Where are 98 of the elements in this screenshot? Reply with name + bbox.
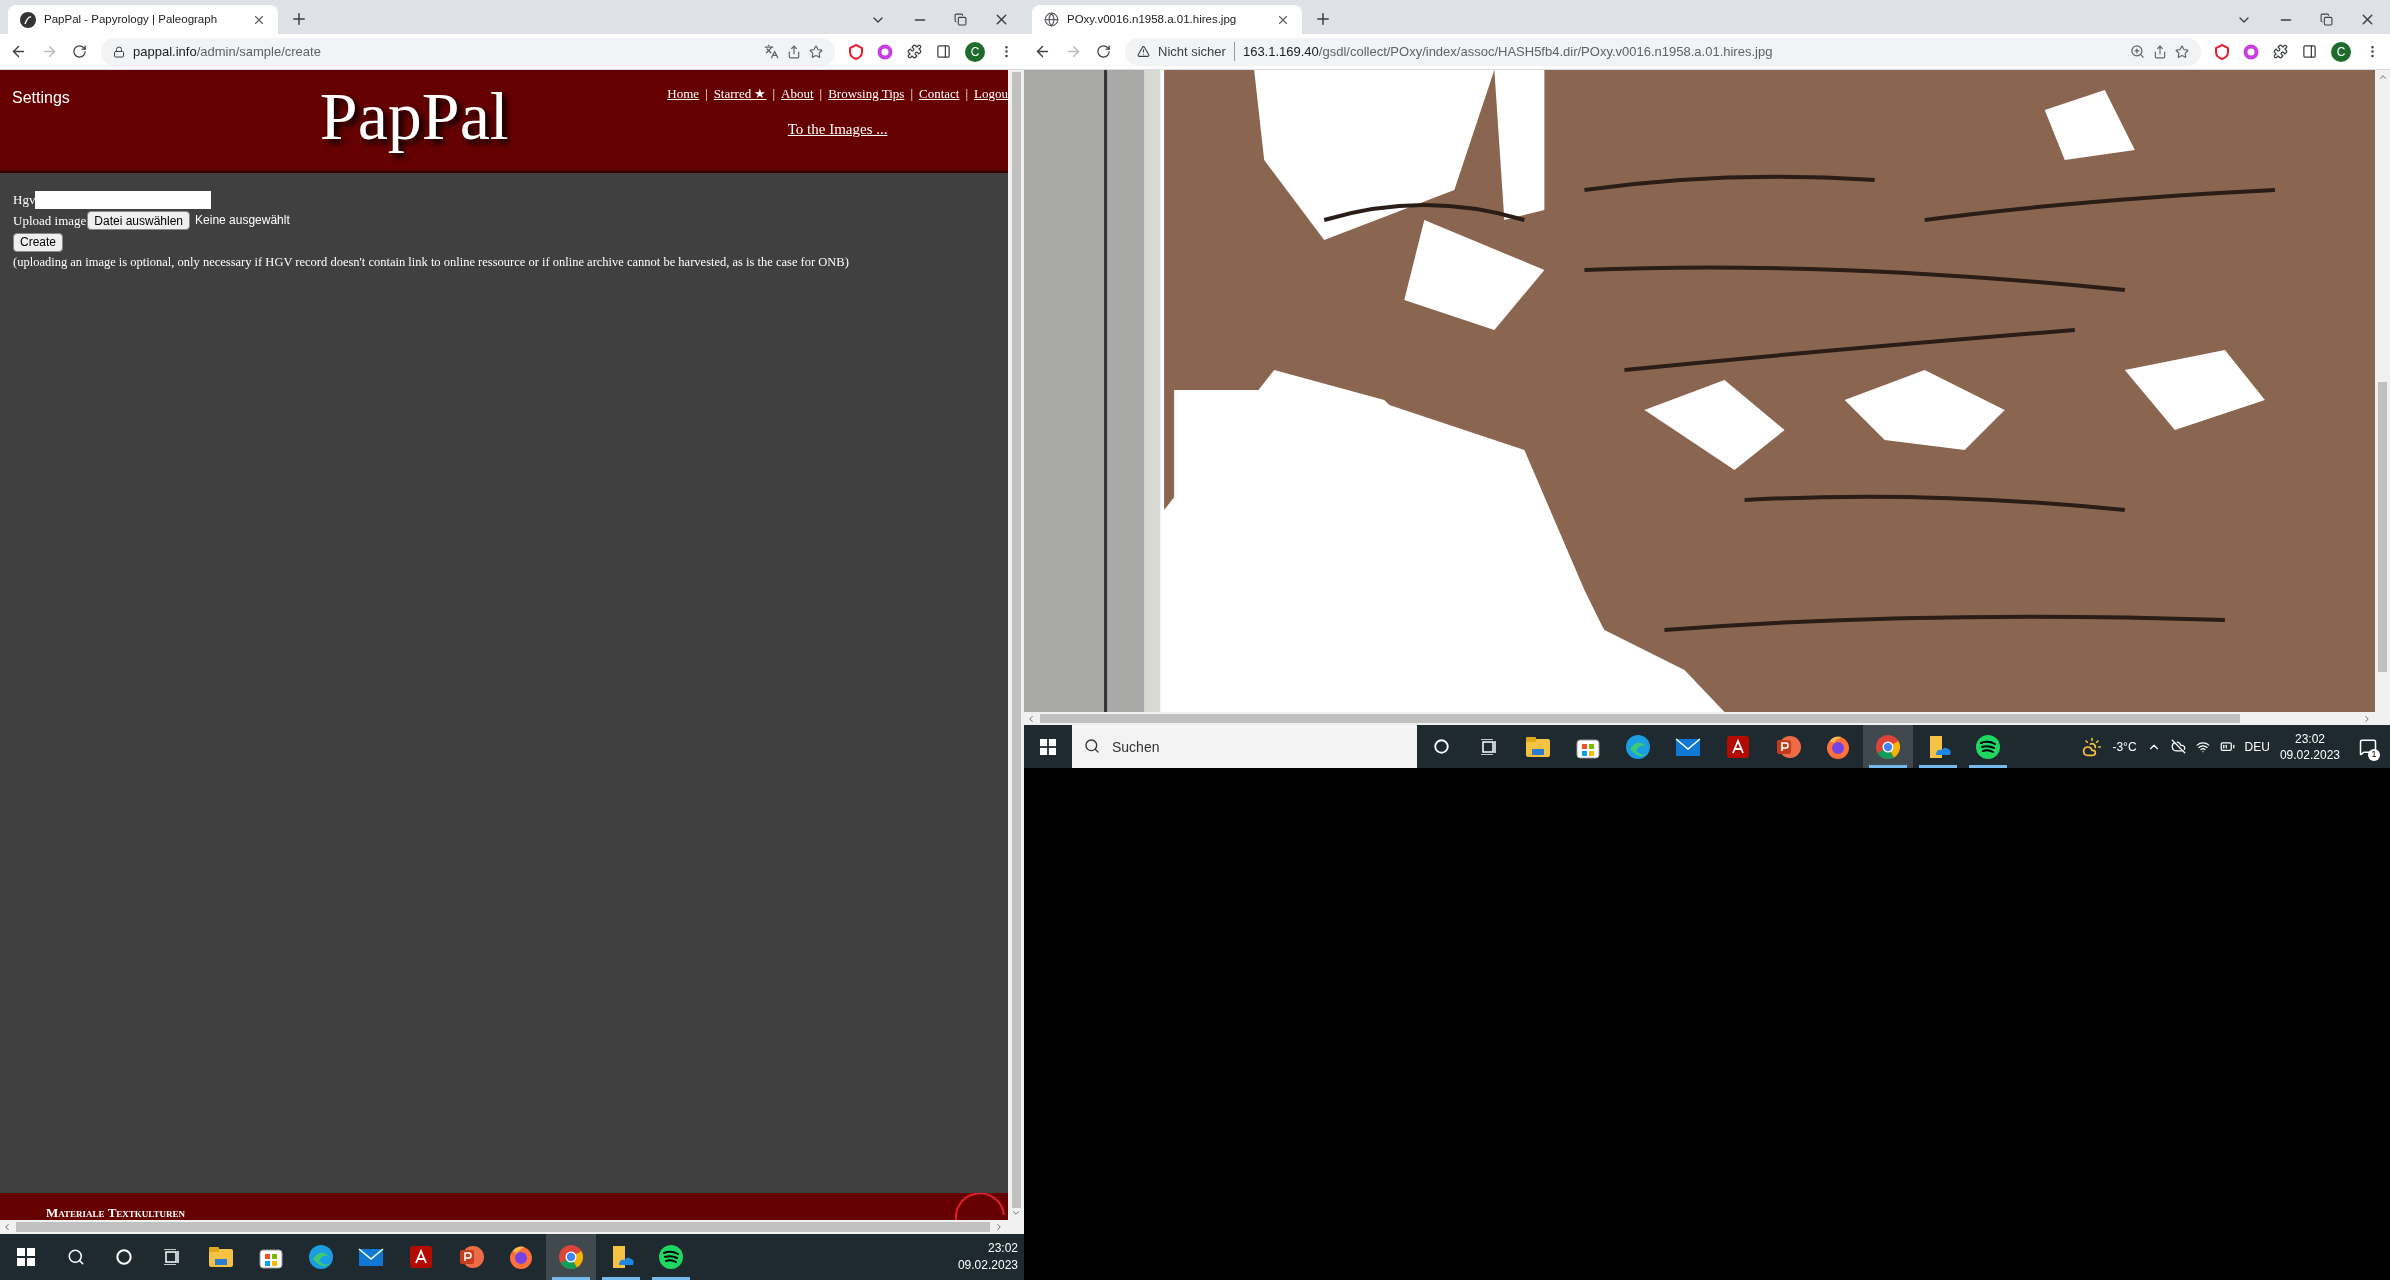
scroll-right-icon[interactable] (2362, 713, 2372, 724)
search-icon (1084, 738, 1100, 754)
tab-title: POxy.v0016.n1958.a.01.hires.jpg (1067, 11, 1238, 27)
scroll-left-icon[interactable] (1026, 713, 1036, 724)
new-tab-icon[interactable] (1314, 10, 1332, 28)
clock-date[interactable]: 09.02.2023 (957, 1257, 1018, 1274)
vertical-scrollbar[interactable] (2375, 70, 2390, 712)
profile-avatar[interactable]: C (2331, 41, 2351, 62)
task-view-icon[interactable] (163, 1249, 181, 1265)
profile-avatar[interactable]: C (965, 41, 985, 62)
wifi-icon[interactable] (2195, 739, 2210, 754)
language-indicator[interactable]: DEU (2244, 737, 2270, 756)
reload-icon[interactable] (72, 44, 87, 59)
new-tab-icon[interactable] (290, 10, 308, 28)
scroll-left-icon[interactable] (2, 1222, 12, 1232)
weather-icon[interactable] (2082, 736, 2103, 757)
cortana-icon[interactable] (1433, 739, 1449, 754)
shield-icon[interactable] (2215, 43, 2229, 60)
choose-file-button[interactable]: Datei auswählen (87, 211, 191, 230)
search-field[interactable]: Suchen (1072, 725, 1417, 768)
battery-icon[interactable] (2219, 739, 2235, 754)
extension-badge-icon[interactable] (877, 43, 893, 60)
upload-label: Upload image (13, 212, 87, 230)
site-logo-icon (20, 11, 36, 28)
temperature[interactable]: -3°C (2112, 737, 2137, 756)
cloud-error-icon[interactable] (2170, 739, 2186, 754)
tab-title: PapPal - Papyrology | Paleograph (44, 11, 219, 27)
separator: | (965, 85, 969, 103)
back-icon[interactable] (1034, 43, 1051, 60)
bookmark-star-icon[interactable] (809, 44, 823, 59)
share-icon[interactable] (787, 44, 801, 59)
separator: | (705, 85, 708, 103)
swirl-icon[interactable] (307, 1243, 335, 1271)
nav-link[interactable]: Logou (974, 84, 1008, 104)
nav-link[interactable]: About (781, 84, 814, 104)
extensions-icon[interactable] (907, 44, 922, 59)
translate-icon[interactable] (764, 44, 779, 59)
address-bar[interactable]: Nicht sicher 163.1.169.40/gsdl/collect/POxy/index/assoc/HASH5fb4.dir/POxy.v0016.n1958.a.01.hires.jpg (1125, 37, 2201, 66)
notifications-button[interactable]: 1 (2350, 725, 2386, 768)
extension-badge-icon[interactable] (2243, 43, 2259, 60)
notification-count: 1 (2368, 749, 2380, 761)
separator: | (910, 85, 913, 103)
pdf-icon[interactable] (407, 1243, 435, 1271)
scroll-down-icon[interactable] (1011, 1208, 1021, 1218)
swirl-icon[interactable] (1624, 732, 1652, 761)
restore-icon[interactable] (2320, 13, 2333, 26)
zoom-icon[interactable] (2130, 44, 2145, 59)
scroll-up-icon[interactable] (2377, 72, 2388, 82)
side-panel-icon[interactable] (2302, 44, 2317, 59)
separator: | (819, 85, 823, 103)
browser-tab[interactable]: POxy.v0016.n1958.a.01.hires.jpg (1032, 5, 1302, 34)
shield-icon[interactable] (849, 43, 863, 60)
globe-icon (1044, 12, 1059, 27)
nav-link[interactable]: Browsing Tips (828, 84, 905, 104)
restore-icon[interactable] (954, 13, 967, 26)
file-status: Keine ausgewählt (195, 212, 290, 229)
url-text: 163.1.169.40/gsdl/collect/POxy/index/assoc/HASH5fb4.dir/POxy.v0016.n1958.a.01.hires.jpg (1242, 42, 1774, 61)
url-text: pappal.info/admin/sample/create (133, 42, 322, 61)
create-button[interactable]: Create (13, 232, 64, 252)
slides-icon[interactable] (457, 1243, 485, 1271)
music-icon[interactable] (657, 1243, 685, 1271)
scroll-right-icon[interactable] (994, 1222, 1004, 1232)
task-view-icon[interactable] (1480, 738, 1498, 755)
settings-link[interactable]: Settings (12, 86, 70, 110)
reload-icon[interactable] (1096, 44, 1111, 59)
footer-title: Materiale Textkulturen (46, 1206, 185, 1220)
nav-link[interactable]: Contact (919, 84, 960, 104)
cortana-icon[interactable] (116, 1249, 132, 1265)
extensions-icon[interactable] (2273, 44, 2288, 59)
start-icon[interactable] (17, 1248, 35, 1266)
logo-mark-icon (952, 1193, 1008, 1220)
images-link[interactable]: To the Images ... (787, 117, 888, 140)
horizontal-scrollbar[interactable] (1024, 712, 2390, 725)
back-icon[interactable] (10, 43, 27, 60)
clock-time[interactable]: 23:02 (2294, 730, 2325, 747)
browser-icon[interactable] (1874, 732, 1902, 761)
nav-link[interactable]: Home (667, 84, 700, 104)
share-icon[interactable] (2153, 44, 2167, 59)
vertical-scrollbar[interactable] (1008, 70, 1024, 1220)
site-logo: PapPal (319, 77, 509, 156)
horizontal-scrollbar[interactable] (0, 1220, 1024, 1234)
clock-time[interactable]: 23:02 (987, 1240, 1018, 1257)
nav-link[interactable]: Starred ★ (713, 84, 767, 104)
side-panel-icon[interactable] (936, 44, 951, 59)
search-icon[interactable] (67, 1248, 85, 1266)
hgv-field[interactable] (35, 190, 212, 209)
notification-icon (2359, 737, 2377, 756)
upload-note: (uploading an image is optional, only necessary if HGV record doesn't contain link to online ressource or if online archive cannot be harvested, as is the case for ONB) (13, 254, 850, 271)
bookmark-star-icon[interactable] (2175, 44, 2189, 59)
security-label: Nicht sicher (1158, 41, 1235, 62)
address-bar[interactable]: pappal.info/admin/sample/create (101, 37, 835, 66)
music-icon[interactable] (1974, 732, 2002, 761)
clock-date[interactable]: 09.02.2023 (2279, 746, 2340, 763)
hgv-label: Hgv (13, 191, 36, 209)
browser-tab[interactable]: PapPal - Papyrology | Paleograph (8, 5, 278, 34)
separator: | (772, 85, 776, 103)
browser-icon[interactable] (557, 1243, 585, 1271)
start-icon[interactable] (1040, 738, 1056, 755)
